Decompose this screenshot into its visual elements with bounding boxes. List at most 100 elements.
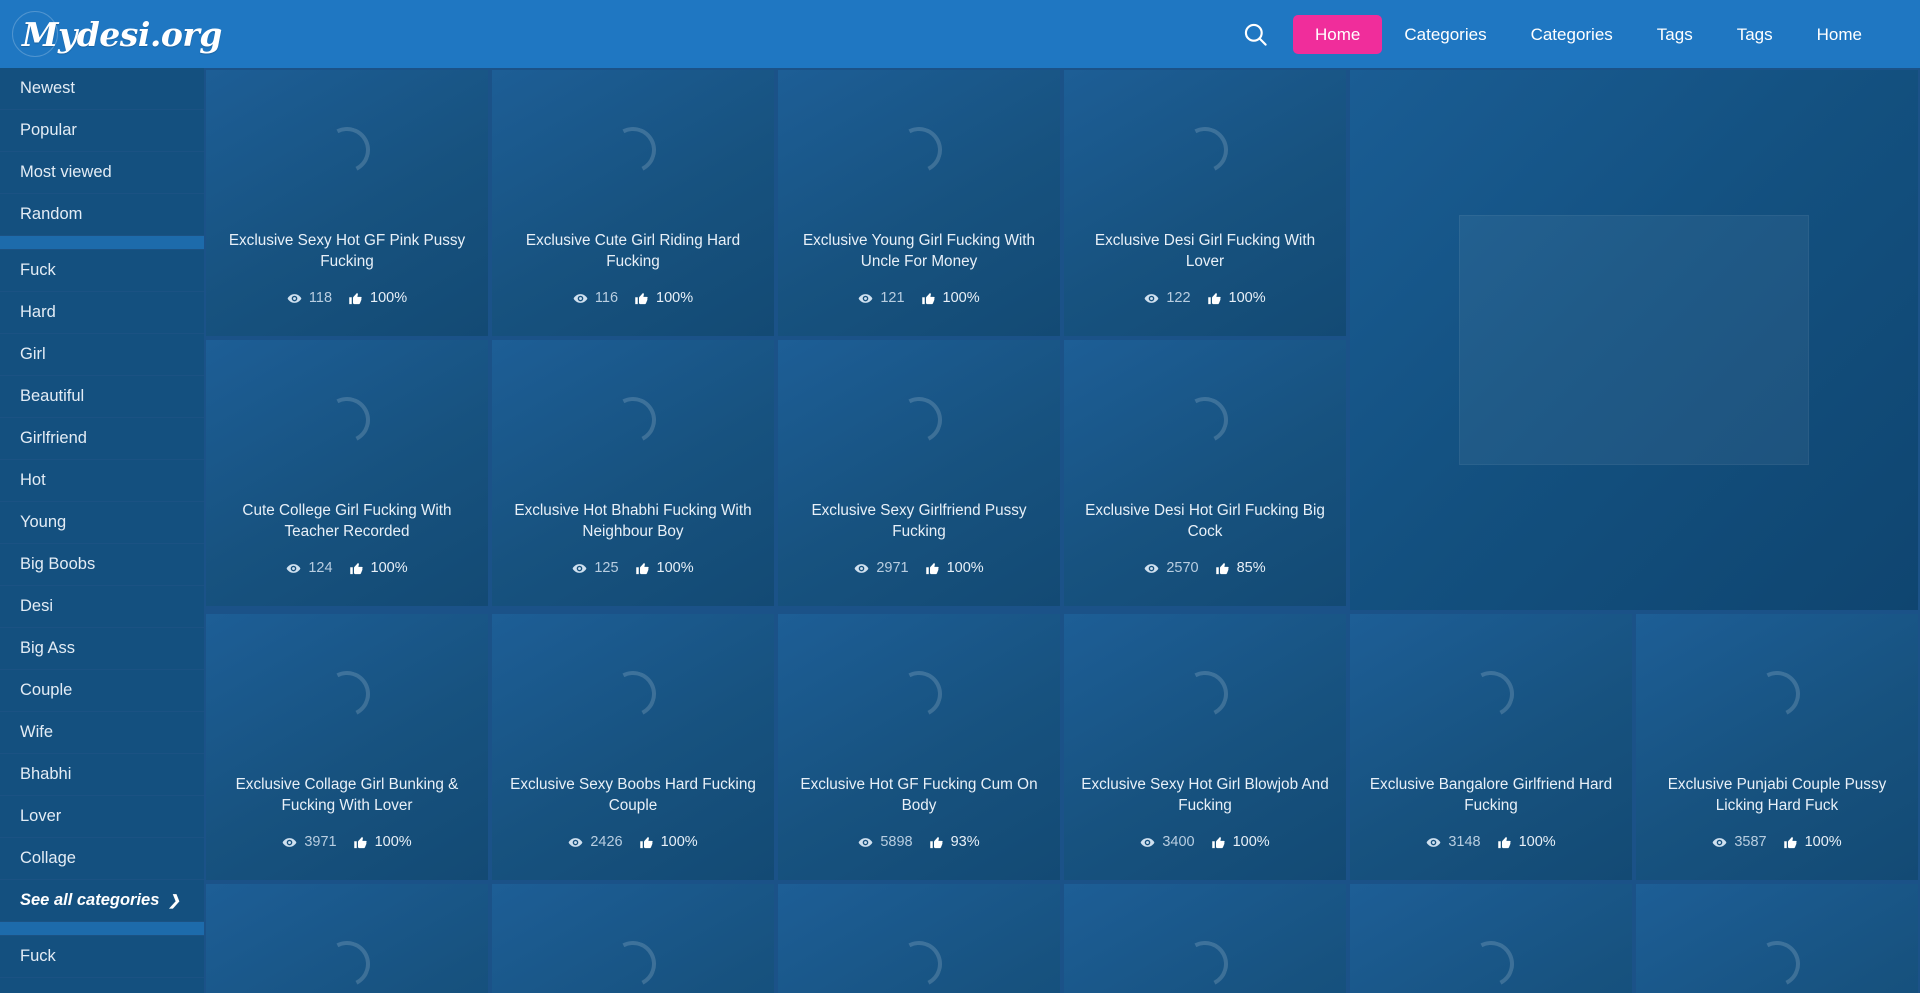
sidebar-see-all-categories[interactable]: See all categories ❯ — [0, 880, 204, 922]
video-card[interactable] — [776, 882, 1062, 993]
sidebar-item-popular[interactable]: Popular — [0, 110, 204, 152]
video-card[interactable]: Exclusive Sexy Hot GF Pink Pussy Fucking… — [204, 68, 490, 338]
video-card[interactable]: Exclusive Sexy Hot Girl Blowjob And Fuck… — [1062, 612, 1348, 882]
sidebar-divider — [0, 236, 204, 250]
sidebar-item-girlfriend[interactable]: Girlfriend — [0, 418, 204, 460]
video-thumbnail — [1064, 614, 1346, 774]
video-grid: Exclusive Sexy Hot GF Pink Pussy Fucking… — [204, 68, 1920, 993]
sidebar-item-beautiful[interactable]: Beautiful — [0, 376, 204, 418]
rating-value: 100% — [374, 834, 412, 850]
sidebar-item-most-viewed[interactable]: Most viewed — [0, 152, 204, 194]
video-title: Cute College Girl Fucking With Teacher R… — [242, 502, 452, 540]
video-thumbnail — [1350, 614, 1632, 774]
eye-icon — [573, 293, 588, 303]
video-card[interactable]: Exclusive Desi Hot Girl Fucking Big Cock… — [1062, 338, 1348, 608]
video-card[interactable]: Exclusive Young Girl Fucking With Uncle … — [776, 68, 1062, 338]
views-count: 116 — [594, 290, 619, 306]
video-card[interactable] — [204, 882, 490, 993]
sidebar-divider-2 — [0, 922, 204, 936]
sidebar-item-big-boobs[interactable]: Big Boobs — [0, 544, 204, 586]
grid-left-block: Exclusive Sexy Hot GF Pink Pussy Fucking… — [204, 68, 1348, 612]
video-card[interactable] — [1062, 882, 1348, 993]
video-card[interactable]: Exclusive Punjabi Couple Pussy Licking H… — [1634, 612, 1920, 882]
sidebar-item-bhabhi[interactable]: Bhabhi — [0, 754, 204, 796]
video-stats: 122 100% — [1064, 290, 1346, 306]
video-card[interactable]: Exclusive Hot GF Fucking Cum On Body 589… — [776, 612, 1062, 882]
rating-stat: 100% — [635, 560, 694, 576]
sidebar-item-random[interactable]: Random — [0, 194, 204, 236]
sidebar-item-girl[interactable]: Girl — [0, 334, 204, 376]
video-title: Exclusive Desi Hot Girl Fucking Big Cock — [1085, 502, 1325, 540]
loading-spinner-icon — [318, 121, 376, 179]
video-thumbnail — [1064, 70, 1346, 230]
views-stat: 3971 — [282, 834, 337, 850]
views-stat: 118 — [287, 290, 332, 306]
eye-icon — [858, 837, 873, 847]
video-card[interactable]: Exclusive Sexy Girlfriend Pussy Fucking … — [776, 338, 1062, 608]
views-count: 125 — [594, 560, 619, 576]
video-stats: 125 100% — [492, 560, 774, 576]
video-stats: 5898 93% — [778, 834, 1060, 850]
promo-banner[interactable] — [1348, 68, 1920, 612]
sidebar-tag-placeholder[interactable] — [0, 978, 204, 993]
sidebar-item-young[interactable]: Young — [0, 502, 204, 544]
views-stat: 122 — [1144, 290, 1191, 306]
video-stats: 2570 85% — [1064, 560, 1346, 576]
views-count: 3587 — [1734, 834, 1767, 850]
nav-item-home[interactable]: Home — [1293, 14, 1383, 54]
sidebar-item-couple[interactable]: Couple — [0, 670, 204, 712]
video-thumbnail — [206, 884, 488, 993]
search-icon[interactable] — [1233, 12, 1277, 56]
nav-item-categories[interactable]: Categories — [1382, 15, 1508, 54]
views-count: 2426 — [590, 834, 623, 850]
sidebar-item-lover[interactable]: Lover — [0, 796, 204, 838]
loading-spinner-icon — [318, 935, 376, 993]
views-stat: 116 — [573, 290, 618, 306]
loading-spinner-icon — [1176, 935, 1234, 993]
video-card[interactable] — [490, 882, 776, 993]
site-logo[interactable]: Mydesi.org — [12, 10, 222, 57]
rating-value: 100% — [1228, 290, 1266, 306]
video-card[interactable]: Exclusive Bangalore Girlfriend Hard Fuck… — [1348, 612, 1634, 882]
nav-item-categories-2[interactable]: Categories — [1509, 15, 1635, 54]
video-card[interactable]: Exclusive Hot Bhabhi Fucking With Neighb… — [490, 338, 776, 608]
video-thumbnail — [1636, 884, 1918, 993]
sidebar-item-collage[interactable]: Collage — [0, 838, 204, 880]
sidebar-item-newest[interactable]: Newest — [0, 68, 204, 110]
sidebar-item-hard[interactable]: Hard — [0, 292, 204, 334]
grid-top-section: Exclusive Sexy Hot GF Pink Pussy Fucking… — [204, 68, 1920, 612]
sidebar-tag-fuck[interactable]: Fuck — [0, 936, 204, 978]
views-stat: 3148 — [1426, 834, 1481, 850]
site-header: Mydesi.org Home Categories Categories Ta… — [0, 0, 1920, 68]
video-card[interactable]: Exclusive Collage Girl Bunking & Fucking… — [204, 612, 490, 882]
rating-stat: 100% — [1497, 834, 1556, 850]
video-thumbnail — [492, 340, 774, 500]
video-card[interactable]: Exclusive Cute Girl Riding Hard Fucking … — [490, 68, 776, 338]
nav-item-tags-2[interactable]: Tags — [1715, 15, 1795, 54]
eye-icon — [287, 293, 302, 303]
nav-item-home-2[interactable]: Home — [1795, 15, 1884, 54]
video-card[interactable]: Exclusive Sexy Boobs Hard Fucking Couple… — [490, 612, 776, 882]
sidebar-item-big-ass[interactable]: Big Ass — [0, 628, 204, 670]
sidebar-item-hot[interactable]: Hot — [0, 460, 204, 502]
video-thumbnail — [1064, 884, 1346, 993]
video-stats: 3971 100% — [206, 834, 488, 850]
views-count: 2570 — [1166, 560, 1199, 576]
sidebar-item-fuck[interactable]: Fuck — [0, 250, 204, 292]
sidebar-item-desi[interactable]: Desi — [0, 586, 204, 628]
loading-spinner-icon — [1176, 121, 1234, 179]
video-card[interactable]: Cute College Girl Fucking With Teacher R… — [204, 338, 490, 608]
thumbs-up-icon — [1497, 836, 1511, 848]
video-card[interactable] — [1634, 882, 1920, 993]
loading-spinner-icon — [1176, 665, 1234, 723]
rating-value: 100% — [942, 290, 980, 306]
video-card[interactable] — [1348, 882, 1634, 993]
views-count: 124 — [308, 560, 333, 576]
rating-stat: 100% — [1783, 834, 1842, 850]
video-title: Exclusive Sexy Girlfriend Pussy Fucking — [811, 502, 1027, 540]
loading-spinner-icon — [318, 665, 376, 723]
nav-item-tags[interactable]: Tags — [1635, 15, 1715, 54]
video-thumbnail — [206, 614, 488, 774]
video-card[interactable]: Exclusive Desi Girl Fucking With Lover 1… — [1062, 68, 1348, 338]
sidebar-item-wife[interactable]: Wife — [0, 712, 204, 754]
